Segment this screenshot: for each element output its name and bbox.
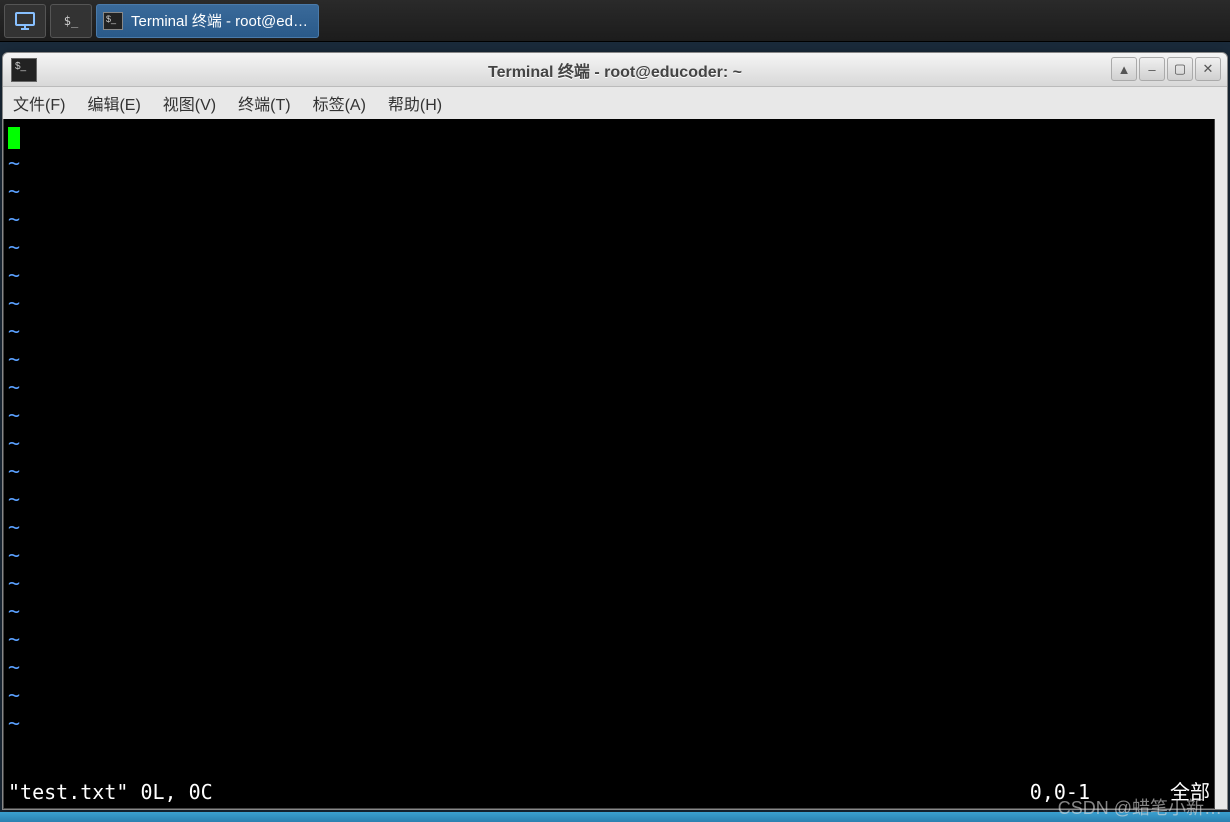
empty-line-marker: ~ xyxy=(8,541,1210,569)
window-minimize-button[interactable]: – xyxy=(1139,57,1165,81)
cursor xyxy=(8,127,20,149)
menu-help[interactable]: 帮助(H) xyxy=(388,91,442,115)
empty-line-marker: ~ xyxy=(8,205,1210,233)
menu-view[interactable]: 视图(V) xyxy=(163,91,216,115)
editor-line-1 xyxy=(8,121,1210,149)
window-close-button[interactable]: ✕ xyxy=(1195,57,1221,81)
empty-line-marker: ~ xyxy=(8,709,1210,737)
empty-line-marker: ~ xyxy=(8,345,1210,373)
empty-line-marker: ~ xyxy=(8,373,1210,401)
empty-line-marker: ~ xyxy=(8,317,1210,345)
terminal-window: $_ Terminal 终端 - root@educoder: ~ ▲ – ▢ … xyxy=(2,52,1228,810)
window-titlebar[interactable]: $_ Terminal 终端 - root@educoder: ~ ▲ – ▢ … xyxy=(3,53,1227,87)
empty-line-marker: ~ xyxy=(8,597,1210,625)
empty-line-marker: ~ xyxy=(8,233,1210,261)
window-maximize-button[interactable]: ▢ xyxy=(1167,57,1193,81)
empty-line-marker: ~ xyxy=(8,429,1210,457)
vim-status-line: "test.txt" 0L, 0C 0,0-1 全部 xyxy=(8,778,1210,806)
empty-line-marker: ~ xyxy=(8,401,1210,429)
window-shade-button[interactable]: ▲ xyxy=(1111,57,1137,81)
empty-line-marker: ~ xyxy=(8,485,1210,513)
empty-line-marker: ~ xyxy=(8,625,1210,653)
vim-file-status: "test.txt" 0L, 0C xyxy=(8,778,213,806)
empty-line-marker: ~ xyxy=(8,681,1210,709)
empty-line-marker: ~ xyxy=(8,149,1210,177)
empty-line-marker: ~ xyxy=(8,457,1210,485)
show-desktop-icon[interactable] xyxy=(4,4,46,38)
desktop-background-stripe xyxy=(0,812,1230,822)
window-title: Terminal 终端 - root@educoder: ~ xyxy=(3,58,1227,82)
vim-cursor-pos: 0,0-1 xyxy=(1030,778,1090,806)
terminal-viewport[interactable]: ~ ~ ~ ~ ~ ~ ~ ~ ~ ~ ~ ~ ~ ~ ~ ~ ~ ~ ~ ~ … xyxy=(3,119,1215,809)
menu-file[interactable]: 文件(F) xyxy=(13,91,65,115)
desktop-taskbar: $_ $_ Terminal 终端 - root@ed… xyxy=(0,0,1230,42)
terminal-launcher-icon[interactable]: $_ xyxy=(50,4,92,38)
menu-bar: 文件(F) 编辑(E) 视图(V) 终端(T) 标签(A) 帮助(H) xyxy=(3,87,1227,119)
empty-line-marker: ~ xyxy=(8,177,1210,205)
menu-edit[interactable]: 编辑(E) xyxy=(87,91,140,115)
empty-line-marker: ~ xyxy=(8,513,1210,541)
vim-scroll-pos: 全部 xyxy=(1170,778,1210,806)
taskbar-app-label: Terminal 终端 - root@ed… xyxy=(131,10,308,31)
window-controls: ▲ – ▢ ✕ xyxy=(1111,57,1221,81)
terminal-icon: $_ xyxy=(103,12,123,30)
empty-line-marker: ~ xyxy=(8,653,1210,681)
terminal-icon: $_ xyxy=(11,58,37,82)
menu-terminal[interactable]: 终端(T) xyxy=(238,91,290,115)
empty-line-marker: ~ xyxy=(8,261,1210,289)
empty-line-marker: ~ xyxy=(8,569,1210,597)
menu-tabs[interactable]: 标签(A) xyxy=(313,91,366,115)
taskbar-app-terminal[interactable]: $_ Terminal 终端 - root@ed… xyxy=(96,4,319,38)
empty-line-marker: ~ xyxy=(8,289,1210,317)
